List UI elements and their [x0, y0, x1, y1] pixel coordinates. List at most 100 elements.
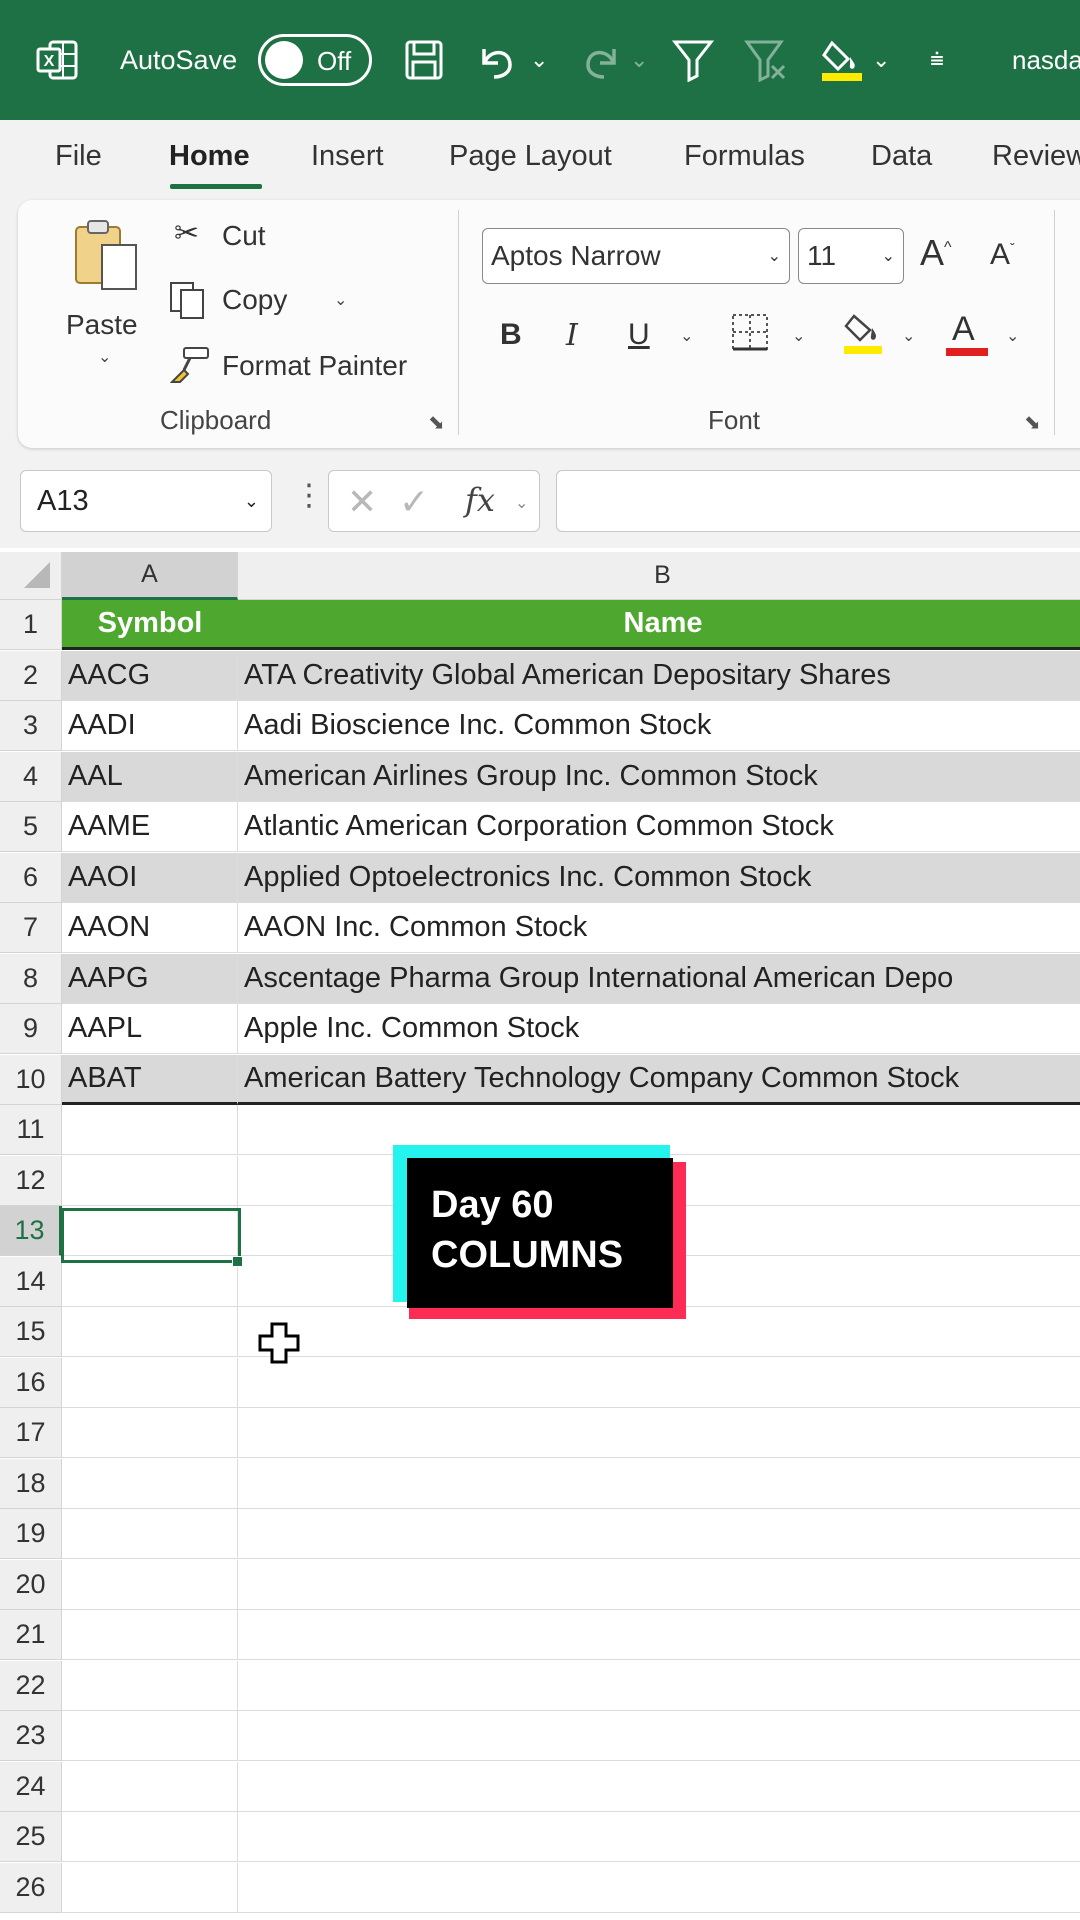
row-header[interactable]: 20 [0, 1559, 62, 1610]
fill-color-icon[interactable] [820, 0, 864, 120]
tab-home[interactable]: Home [169, 140, 250, 173]
empty-cell[interactable] [238, 1812, 1080, 1862]
symbol-cell[interactable]: AAL [62, 751, 238, 802]
empty-cell[interactable] [62, 1660, 238, 1711]
empty-cell[interactable] [238, 1711, 1080, 1761]
row-header[interactable]: 17 [0, 1408, 62, 1458]
font-color-button[interactable]: A [946, 306, 990, 358]
underline-dropdown-icon[interactable]: ⌄ [680, 326, 693, 346]
row-header[interactable]: 24 [0, 1761, 62, 1812]
empty-cell[interactable] [238, 1863, 1080, 1913]
more-options-icon[interactable]: ⋮ [294, 478, 324, 513]
undo-icon[interactable] [476, 0, 518, 120]
row-header[interactable]: 15 [0, 1307, 62, 1357]
fill-handle[interactable] [232, 1256, 243, 1267]
header-cell-symbol[interactable]: Symbol [62, 600, 238, 650]
name-cell[interactable]: AAON Inc. Common Stock [238, 903, 1080, 953]
empty-cell[interactable] [238, 1560, 1080, 1610]
symbol-cell[interactable]: ABAT [62, 1054, 238, 1105]
tab-data[interactable]: Data [871, 140, 932, 173]
fill-color-button[interactable] [842, 310, 884, 361]
row-header[interactable]: 2 [0, 650, 62, 701]
underline-button[interactable]: U [628, 318, 650, 352]
row-header[interactable]: 16 [0, 1357, 62, 1408]
tab-formulas[interactable]: Formulas [684, 140, 805, 173]
empty-cell[interactable] [238, 1408, 1080, 1458]
row-header[interactable]: 12 [0, 1155, 62, 1206]
row-header[interactable]: 23 [0, 1711, 62, 1761]
column-header-b[interactable]: B [238, 552, 1080, 600]
header-cell-name[interactable]: Name [238, 600, 1080, 650]
empty-cell[interactable] [62, 1357, 238, 1408]
row-header[interactable]: 26 [0, 1862, 62, 1913]
empty-cell[interactable] [238, 1459, 1080, 1509]
empty-cell[interactable] [238, 1762, 1080, 1812]
row-header[interactable]: 1 [0, 600, 62, 650]
insert-function-icon[interactable]: fx [465, 481, 495, 519]
tab-review[interactable]: Review [992, 140, 1080, 173]
redo-icon[interactable] [580, 0, 622, 120]
symbol-cell[interactable]: AAOI [62, 852, 238, 903]
cut-button[interactable]: ✂ Cut [174, 216, 304, 262]
empty-cell[interactable] [62, 1559, 238, 1610]
font-color-dropdown-icon[interactable]: ⌄ [1006, 326, 1019, 346]
fill-dropdown-icon[interactable]: ⌄ [872, 0, 890, 120]
symbol-cell[interactable]: AADI [62, 701, 238, 751]
row-header[interactable]: 6 [0, 852, 62, 903]
name-cell[interactable]: Apple Inc. Common Stock [238, 1004, 1080, 1054]
row-header[interactable]: 10 [0, 1054, 62, 1105]
copy-dropdown-icon[interactable]: ⌄ [334, 290, 347, 310]
symbol-cell[interactable]: AACG [62, 650, 238, 701]
row-header[interactable]: 14 [0, 1256, 62, 1307]
empty-cell[interactable] [62, 1256, 238, 1307]
filter-icon[interactable] [672, 0, 714, 120]
row-header[interactable]: 11 [0, 1105, 62, 1155]
borders-dropdown-icon[interactable]: ⌄ [792, 326, 805, 346]
name-cell[interactable]: American Airlines Group Inc. Common Stoc… [238, 751, 1080, 802]
format-painter-button[interactable]: Format Painter [170, 344, 430, 390]
paste-dropdown-icon[interactable]: ⌄ [98, 347, 111, 367]
fill-color-dropdown-icon[interactable]: ⌄ [902, 326, 915, 346]
name-cell[interactable]: Ascentage Pharma Group International Ame… [238, 953, 1080, 1004]
increase-font-size-button[interactable]: A^ [920, 232, 952, 274]
tab-file[interactable]: File [55, 140, 102, 173]
bold-button[interactable]: B [500, 318, 522, 352]
name-cell[interactable]: ATA Creativity Global American Depositar… [238, 650, 1080, 701]
name-cell[interactable]: American Battery Technology Company Comm… [238, 1054, 1080, 1105]
excel-icon[interactable]: X [36, 0, 80, 120]
empty-cell[interactable] [238, 1661, 1080, 1711]
tab-page-layout[interactable]: Page Layout [449, 140, 612, 173]
paste-button[interactable]: Paste ⌄ [62, 215, 146, 375]
empty-cell[interactable] [62, 1812, 238, 1862]
chevron-down-icon[interactable]: ⌄ [515, 493, 528, 513]
row-header[interactable]: 18 [0, 1458, 62, 1509]
row-header[interactable]: 25 [0, 1812, 62, 1862]
empty-cell[interactable] [62, 1761, 238, 1812]
empty-cell[interactable] [62, 1155, 238, 1206]
row-header[interactable]: 22 [0, 1660, 62, 1711]
clear-filter-icon[interactable] [744, 0, 788, 120]
empty-cell[interactable] [62, 1307, 238, 1357]
column-header-a[interactable]: A [62, 552, 238, 600]
formula-input[interactable] [556, 470, 1080, 532]
empty-cell[interactable] [62, 1610, 238, 1660]
empty-cell[interactable] [62, 1105, 238, 1155]
copy-button[interactable]: Copy ⌄ [168, 280, 358, 326]
row-header[interactable]: 7 [0, 903, 62, 953]
row-header[interactable]: 21 [0, 1610, 62, 1660]
redo-dropdown-icon[interactable]: ⌄ [630, 0, 648, 120]
empty-cell[interactable] [62, 1458, 238, 1509]
borders-button[interactable] [730, 312, 770, 357]
clipboard-launcher-icon[interactable]: ⬊ [428, 410, 445, 435]
row-header[interactable]: 8 [0, 953, 62, 1004]
active-cell-border[interactable] [61, 1208, 241, 1263]
symbol-cell[interactable]: AAPG [62, 953, 238, 1004]
empty-cell[interactable] [238, 1509, 1080, 1559]
symbol-cell[interactable]: AAME [62, 802, 238, 852]
symbol-cell[interactable]: AAON [62, 903, 238, 953]
symbol-cell[interactable]: AAPL [62, 1004, 238, 1054]
customize-toolbar-icon[interactable]: ⩧ [930, 0, 944, 120]
row-header[interactable]: 4 [0, 751, 62, 802]
name-cell[interactable]: Aadi Bioscience Inc. Common Stock [238, 701, 1080, 751]
row-header[interactable]: 13 [0, 1206, 62, 1256]
